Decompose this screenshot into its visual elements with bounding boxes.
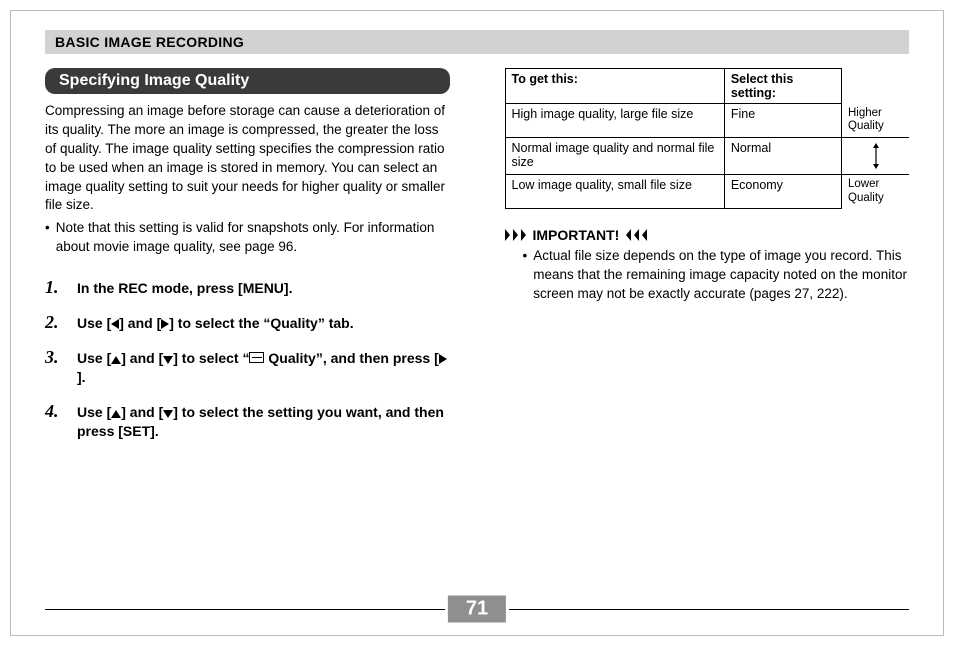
right-arrow-icon (439, 354, 447, 364)
important-text: Actual file size depends on the type of … (533, 247, 909, 304)
right-column: To get this: Select this setting: High i… (505, 68, 910, 455)
cell-setting: Economy (724, 175, 841, 209)
cell-desc: Normal image quality and normal file siz… (505, 138, 724, 175)
step-text: In the REC mode, press [MENU]. (77, 277, 292, 298)
section-header: BASIC IMAGE RECORDING (45, 30, 909, 54)
step-text: Use [ ] and [ ] to select the “Quality” ta… (77, 312, 354, 333)
t: Use [ (77, 350, 111, 366)
wedge-right-icon (513, 229, 518, 241)
table-row: High image quality, large file size Fine… (505, 104, 909, 138)
table-header-row: To get this: Select this setting: (505, 69, 909, 104)
subsection-title: Specifying Image Quality (45, 68, 450, 94)
note: • Note that this setting is valid for sn… (45, 219, 450, 257)
down-arrow-icon (163, 410, 173, 418)
table-row: Normal image quality and normal file siz… (505, 138, 909, 175)
step-2: 2. Use [ ] and [ ] to select the “Quality”… (45, 312, 450, 333)
step-3: 3. Use [ ] and [ ] to select “ Quality”, a… (45, 347, 450, 387)
footer-rule (509, 609, 909, 610)
quality-table: To get this: Select this setting: High i… (505, 68, 910, 209)
spacer (842, 69, 910, 104)
cell-setting: Normal (724, 138, 841, 175)
t: Quality”, and then press [ (264, 350, 438, 366)
t: ] and [ (121, 404, 163, 420)
step-number: 1. (45, 277, 67, 298)
t: Use [ (77, 404, 111, 420)
col-header: Select this setting: (724, 69, 841, 104)
cell-desc: Low image quality, small file size (505, 175, 724, 209)
snapshot-icon (249, 352, 264, 363)
wedge-left-icon (642, 229, 647, 241)
wedge-right-icon (521, 229, 526, 241)
side-label-bottom: Lower Quality (842, 175, 910, 209)
step-number: 3. (45, 347, 67, 387)
wedge-right-icon (505, 229, 510, 241)
cell-setting: Fine (724, 104, 841, 138)
up-arrow-icon (111, 410, 121, 418)
important-heading: IMPORTANT! (505, 227, 910, 243)
step-1: 1. In the REC mode, press [MENU]. (45, 277, 450, 298)
down-arrow-icon (163, 356, 173, 364)
left-column: Specifying Image Quality Compressing an … (45, 68, 450, 455)
t: Use [ (77, 315, 111, 331)
step-4: 4. Use [] and [] to select the setting y… (45, 401, 450, 441)
page-number: 71 (448, 596, 506, 623)
t: ] to select the “Quality” tab. (169, 315, 353, 331)
side-arrow-icon (842, 138, 910, 175)
footer-rule (45, 609, 445, 610)
step-number: 2. (45, 312, 67, 333)
t: ] and [ (121, 350, 163, 366)
important-label: IMPORTANT! (533, 227, 620, 243)
bullet-icon: • (45, 219, 50, 257)
important-body: • Actual file size depends on the type o… (505, 247, 910, 304)
wedge-left-icon (626, 229, 631, 241)
col-header: To get this: (505, 69, 724, 104)
t: ] to select “ (173, 350, 249, 366)
table-row: Low image quality, small file size Econo… (505, 175, 909, 209)
intro-paragraph: Compressing an image before storage can … (45, 102, 450, 215)
wedge-left-icon (634, 229, 639, 241)
bullet-icon: • (523, 247, 528, 304)
steps-list: 1. In the REC mode, press [MENU]. 2. Use… (45, 277, 450, 441)
step-text: Use [ ] and [ ] to select “ Quality”, and … (77, 347, 450, 387)
step-number: 4. (45, 401, 67, 441)
cell-desc: High image quality, large file size (505, 104, 724, 138)
side-label-top: Higher Quality (842, 104, 910, 138)
t: ]. (77, 369, 86, 385)
up-arrow-icon (111, 356, 121, 364)
page-footer: 71 (45, 592, 909, 626)
t: ] and [ (119, 315, 161, 331)
note-text: Note that this setting is valid for snap… (56, 219, 450, 257)
step-text: Use [] and [] to select the setting you … (77, 401, 450, 441)
